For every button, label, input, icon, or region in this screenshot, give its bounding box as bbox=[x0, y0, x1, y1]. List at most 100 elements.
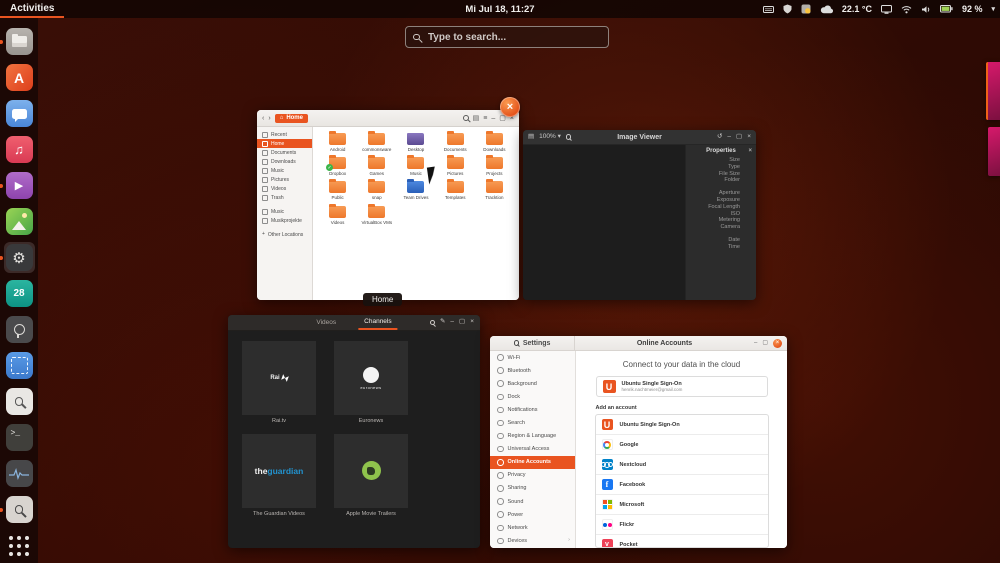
dock-item-a-app[interactable]: A bbox=[5, 63, 34, 92]
workspace-thumbnail-active[interactable] bbox=[986, 62, 1000, 120]
search-icon[interactable] bbox=[514, 340, 519, 345]
tab-channels[interactable]: Channels bbox=[358, 315, 397, 330]
status-indicator-icon[interactable] bbox=[801, 4, 811, 14]
sidebar-item-notifications[interactable]: Notifications bbox=[490, 403, 575, 416]
minimize-button[interactable] bbox=[450, 319, 454, 326]
close-button[interactable] bbox=[773, 339, 782, 348]
system-tray[interactable]: 22.1 °C 92 % ▾ bbox=[763, 4, 995, 14]
close-button[interactable] bbox=[470, 319, 474, 326]
folder-music[interactable]: Music bbox=[396, 157, 435, 176]
account-ubuntu-sso[interactable]: U Ubuntu Single Sign-Onhenrik.nachtmeier… bbox=[596, 376, 768, 397]
sidebar-item-power[interactable]: Power bbox=[490, 508, 575, 521]
sidebar-item-wifi[interactable]: Wi-Fi bbox=[490, 351, 575, 364]
folder-virtualbox-vms[interactable]: VirtualBox VMs bbox=[357, 206, 396, 225]
rotate-icon[interactable] bbox=[717, 134, 722, 141]
wifi-icon[interactable] bbox=[901, 5, 912, 14]
view-toggle-icon[interactable] bbox=[473, 115, 480, 122]
files-window[interactable]: Home Recent Home Documents Downloads Mus… bbox=[257, 110, 519, 300]
close-properties-button[interactable] bbox=[748, 148, 752, 154]
folder-documents[interactable]: Documents bbox=[436, 133, 475, 152]
channel-rai[interactable]: Rai Rai.tv bbox=[237, 341, 321, 425]
sidebar-item-other-locations[interactable]: Other Locations bbox=[257, 230, 312, 239]
weather-cloud-icon[interactable] bbox=[820, 5, 833, 14]
activities-button[interactable]: Activities bbox=[0, 0, 64, 18]
search-input[interactable] bbox=[426, 31, 580, 44]
minimize-button[interactable] bbox=[491, 115, 495, 122]
volume-icon[interactable] bbox=[921, 5, 931, 14]
folder-videos[interactable]: Videos bbox=[318, 206, 357, 225]
channel-guardian[interactable]: theguardian The Guardian Videos bbox=[237, 434, 321, 518]
edit-icon[interactable] bbox=[440, 319, 445, 326]
search-icon[interactable] bbox=[463, 115, 469, 121]
sidebar-item-recent[interactable]: Recent bbox=[257, 130, 312, 139]
folder-commonsware[interactable]: commonsware bbox=[357, 133, 396, 152]
folder-games[interactable]: Games bbox=[357, 157, 396, 176]
dock-item-terminal[interactable]: >_ bbox=[5, 423, 34, 452]
sidebar-item-trash[interactable]: Trash bbox=[257, 193, 312, 202]
minimize-button[interactable] bbox=[754, 340, 757, 346]
sidebar-item-music[interactable]: Music bbox=[257, 166, 312, 175]
sidebar-item-sharing[interactable]: Sharing bbox=[490, 482, 575, 495]
provider-ubuntu-sso[interactable]: UUbuntu Single Sign-On bbox=[596, 415, 768, 435]
menu-icon[interactable] bbox=[483, 115, 487, 122]
folder-tracktion[interactable]: Tracktion bbox=[475, 181, 514, 200]
sidebar-item-dock[interactable]: Dock bbox=[490, 390, 575, 403]
folder-team-drives[interactable]: Team Drives bbox=[396, 181, 435, 200]
sidebar-item-universal-access[interactable]: Universal Access bbox=[490, 443, 575, 456]
gallery-icon[interactable] bbox=[528, 134, 534, 141]
sidebar-item-background[interactable]: Background bbox=[490, 377, 575, 390]
folder-android[interactable]: Android bbox=[318, 133, 357, 152]
clock[interactable]: Mi Jul 18, 11:27 bbox=[465, 4, 534, 15]
back-button[interactable] bbox=[262, 115, 264, 122]
workspace-thumbnail[interactable] bbox=[988, 127, 1000, 176]
folder-downloads[interactable]: Downloads bbox=[475, 133, 514, 152]
sidebar-item-downloads[interactable]: Downloads bbox=[257, 157, 312, 166]
tab-videos[interactable]: Videos bbox=[310, 316, 342, 329]
sidebar-item-pictures[interactable]: Pictures bbox=[257, 175, 312, 184]
image-canvas[interactable] bbox=[523, 145, 685, 300]
sidebar-item-region-language[interactable]: Region & Language bbox=[490, 430, 575, 443]
sidebar-item-online-accounts[interactable]: Online Accounts bbox=[490, 456, 575, 469]
sidebar-item-network[interactable]: Network bbox=[490, 521, 575, 534]
videos-window[interactable]: Videos Channels Rai Rai.tv euronews Euro… bbox=[228, 315, 480, 548]
channel-apple-trailers[interactable]: Apple Movie Trailers bbox=[329, 434, 413, 518]
keyboard-icon[interactable] bbox=[763, 5, 774, 14]
overview-close-button[interactable] bbox=[500, 97, 520, 117]
dock-item-screenshot-tool[interactable] bbox=[5, 351, 34, 380]
maximize-button[interactable] bbox=[459, 319, 465, 326]
folder-desktop[interactable]: Desktop bbox=[396, 133, 435, 152]
path-bar-home[interactable]: Home bbox=[275, 114, 308, 123]
battery-icon[interactable] bbox=[940, 5, 953, 13]
sidebar-item-bluetooth[interactable]: Bluetooth bbox=[490, 364, 575, 377]
provider-microsoft[interactable]: Microsoft bbox=[596, 495, 768, 515]
sidebar-item-videos[interactable]: Videos bbox=[257, 184, 312, 193]
zoom-level-dropdown[interactable]: 100% bbox=[539, 133, 561, 141]
dock-item-music[interactable]: ♫ bbox=[5, 135, 34, 164]
dock-item-system-monitor[interactable] bbox=[5, 459, 34, 488]
sidebar-item-musikprojekte[interactable]: Musikprojekte bbox=[257, 216, 312, 225]
search-icon[interactable] bbox=[430, 320, 435, 325]
sidebar-item-sound[interactable]: Sound bbox=[490, 495, 575, 508]
dock-item-calendar[interactable]: 28 bbox=[5, 279, 34, 308]
sidebar-item-search[interactable]: Search bbox=[490, 416, 575, 429]
sidebar-item-documents[interactable]: Documents bbox=[257, 148, 312, 157]
folder-public[interactable]: Public bbox=[318, 181, 357, 200]
sidebar-item-privacy[interactable]: Privacy bbox=[490, 469, 575, 482]
dock-item-software-search[interactable] bbox=[5, 387, 34, 416]
chevron-down-icon[interactable]: ▾ bbox=[991, 5, 995, 13]
folder-templates[interactable]: Templates bbox=[436, 181, 475, 200]
provider-flickr[interactable]: Flickr bbox=[596, 515, 768, 535]
dock-item-videos[interactable]: ▶ bbox=[5, 171, 34, 200]
provider-nextcloud[interactable]: Nextcloud bbox=[596, 455, 768, 475]
shield-icon[interactable] bbox=[783, 4, 792, 14]
maximize-button[interactable] bbox=[736, 134, 742, 141]
sidebar-item-devices[interactable]: Devices bbox=[490, 534, 575, 547]
dock-item-photos[interactable] bbox=[5, 207, 34, 236]
search-bar[interactable] bbox=[405, 26, 609, 48]
dock-item-image-viewer[interactable] bbox=[5, 495, 34, 524]
forward-button[interactable] bbox=[268, 115, 270, 122]
dock-item-webcam[interactable] bbox=[5, 315, 34, 344]
restore-button[interactable] bbox=[762, 340, 768, 346]
provider-pocket[interactable]: vPocket bbox=[596, 535, 768, 548]
show-applications-button[interactable] bbox=[5, 531, 34, 560]
